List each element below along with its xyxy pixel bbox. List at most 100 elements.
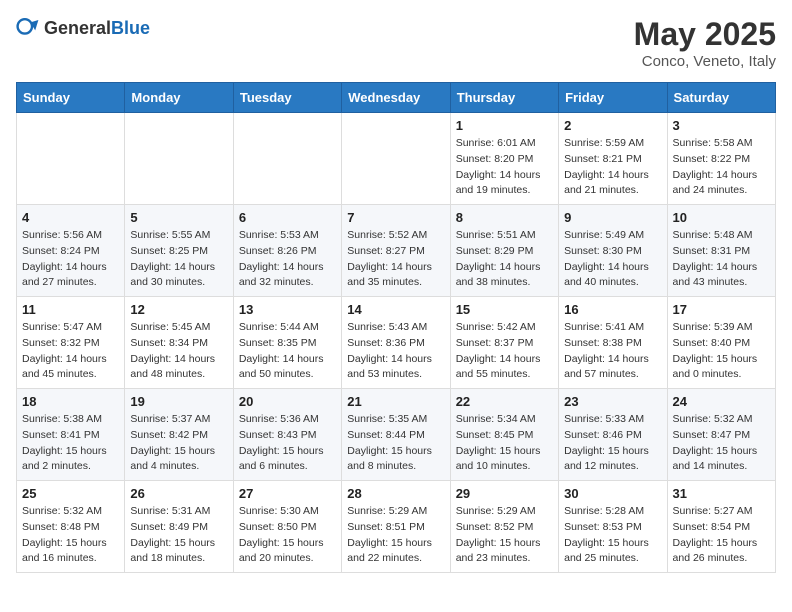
column-header-friday: Friday [559,83,667,113]
day-detail: Sunrise: 5:29 AM Sunset: 8:52 PM Dayligh… [456,504,553,567]
day-detail: Sunrise: 5:52 AM Sunset: 8:27 PM Dayligh… [347,228,444,291]
calendar-cell: 5 Sunrise: 5:55 AM Sunset: 8:25 PM Daylig… [125,205,233,297]
calendar-cell: 3Sunrise: 5:58 AM Sunset: 8:22 PM Daylig… [667,113,775,205]
calendar-cell: 28Sunrise: 5:29 AM Sunset: 8:51 PM Dayli… [342,481,450,573]
day-detail: Sunrise: 5:51 AM Sunset: 8:29 PM Dayligh… [456,228,553,291]
calendar-cell [125,113,233,205]
day-detail: Sunrise: 5:44 AM Sunset: 8:35 PM Dayligh… [239,320,336,383]
logo-icon [16,16,40,40]
day-detail: Sunrise: 5:42 AM Sunset: 8:37 PM Dayligh… [456,320,553,383]
title-block: May 2025 Conco, Veneto, Italy [634,16,776,70]
day-number: 10 [673,210,770,225]
calendar-cell: 18 Sunrise: 5:38 AM Sunset: 8:41 PM Dayli… [17,389,125,481]
logo: GeneralBlue [16,16,150,40]
page-header: GeneralBlue May 2025 Conco, Veneto, Ital… [16,16,776,70]
day-number: 16 [564,302,661,317]
day-number: 20 [239,394,336,409]
calendar-cell: 2 Sunrise: 5:59 AM Sunset: 8:21 PM Daylig… [559,113,667,205]
day-detail: Sunrise: 5:37 AM Sunset: 8:42 PM Dayligh… [130,412,227,475]
day-detail: Sunrise: 5:43 AM Sunset: 8:36 PM Dayligh… [347,320,444,383]
calendar-cell: 20 Sunrise: 5:36 AM Sunset: 8:43 PM Dayli… [233,389,341,481]
day-detail: Sunrise: 5:41 AM Sunset: 8:38 PM Dayligh… [564,320,661,383]
calendar-cell: 8 Sunrise: 5:51 AM Sunset: 8:29 PM Daylig… [450,205,558,297]
day-detail: Sunrise: 5:30 AM Sunset: 8:50 PM Dayligh… [239,504,336,567]
day-detail: Sunrise: 5:45 AM Sunset: 8:34 PM Dayligh… [130,320,227,383]
day-number: 29 [456,486,553,501]
logo-text-general: General [44,18,111,38]
calendar-cell: 7 Sunrise: 5:52 AM Sunset: 8:27 PM Daylig… [342,205,450,297]
day-detail: Sunrise: 5:59 AM Sunset: 8:21 PM Dayligh… [564,136,661,199]
day-number: 14 [347,302,444,317]
day-detail: Sunrise: 5:34 AM Sunset: 8:45 PM Dayligh… [456,412,553,475]
calendar-location: Conco, Veneto, Italy [634,53,776,70]
day-number: 25 [22,486,119,501]
day-number: 19 [130,394,227,409]
calendar-week-row: 25Sunrise: 5:32 AM Sunset: 8:48 PM Dayli… [17,481,776,573]
calendar-cell: 19 Sunrise: 5:37 AM Sunset: 8:42 PM Dayli… [125,389,233,481]
column-header-saturday: Saturday [667,83,775,113]
calendar-header-row: SundayMondayTuesdayWednesdayThursdayFrid… [17,83,776,113]
day-detail: Sunrise: 5:36 AM Sunset: 8:43 PM Dayligh… [239,412,336,475]
column-header-monday: Monday [125,83,233,113]
day-number: 26 [130,486,227,501]
day-number: 8 [456,210,553,225]
day-number: 28 [347,486,444,501]
logo-text-blue: Blue [111,18,150,38]
day-number: 22 [456,394,553,409]
day-number: 7 [347,210,444,225]
calendar-week-row: 18 Sunrise: 5:38 AM Sunset: 8:41 PM Dayli… [17,389,776,481]
calendar-cell: 10 Sunrise: 5:48 AM Sunset: 8:31 PM Dayli… [667,205,775,297]
day-number: 2 [564,118,661,133]
calendar-table: SundayMondayTuesdayWednesdayThursdayFrid… [16,82,776,573]
day-number: 31 [673,486,770,501]
day-number: 3 [673,118,770,133]
day-detail: Sunrise: 5:35 AM Sunset: 8:44 PM Dayligh… [347,412,444,475]
calendar-cell: 15 Sunrise: 5:42 AM Sunset: 8:37 PM Dayli… [450,297,558,389]
calendar-cell: 1Sunrise: 6:01 AM Sunset: 8:20 PM Daylig… [450,113,558,205]
day-detail: Sunrise: 5:31 AM Sunset: 8:49 PM Dayligh… [130,504,227,567]
day-number: 1 [456,118,553,133]
day-number: 15 [456,302,553,317]
day-detail: Sunrise: 5:27 AM Sunset: 8:54 PM Dayligh… [673,504,770,567]
day-number: 23 [564,394,661,409]
calendar-week-row: 1Sunrise: 6:01 AM Sunset: 8:20 PM Daylig… [17,113,776,205]
day-detail: Sunrise: 5:39 AM Sunset: 8:40 PM Dayligh… [673,320,770,383]
calendar-cell: 27 Sunrise: 5:30 AM Sunset: 8:50 PM Dayli… [233,481,341,573]
calendar-cell: 21 Sunrise: 5:35 AM Sunset: 8:44 PM Dayli… [342,389,450,481]
calendar-cell: 4Sunrise: 5:56 AM Sunset: 8:24 PM Daylig… [17,205,125,297]
day-number: 21 [347,394,444,409]
day-number: 30 [564,486,661,501]
column-header-wednesday: Wednesday [342,83,450,113]
column-header-tuesday: Tuesday [233,83,341,113]
calendar-cell [17,113,125,205]
calendar-cell: 11Sunrise: 5:47 AM Sunset: 8:32 PM Dayli… [17,297,125,389]
column-header-thursday: Thursday [450,83,558,113]
day-detail: Sunrise: 5:48 AM Sunset: 8:31 PM Dayligh… [673,228,770,291]
day-detail: Sunrise: 5:33 AM Sunset: 8:46 PM Dayligh… [564,412,661,475]
day-number: 27 [239,486,336,501]
calendar-cell: 12 Sunrise: 5:45 AM Sunset: 8:34 PM Dayli… [125,297,233,389]
calendar-cell: 25Sunrise: 5:32 AM Sunset: 8:48 PM Dayli… [17,481,125,573]
day-number: 4 [22,210,119,225]
calendar-cell: 14 Sunrise: 5:43 AM Sunset: 8:36 PM Dayli… [342,297,450,389]
day-detail: Sunrise: 5:53 AM Sunset: 8:26 PM Dayligh… [239,228,336,291]
day-number: 12 [130,302,227,317]
calendar-week-row: 11Sunrise: 5:47 AM Sunset: 8:32 PM Dayli… [17,297,776,389]
calendar-cell: 30 Sunrise: 5:28 AM Sunset: 8:53 PM Dayli… [559,481,667,573]
calendar-cell: 29 Sunrise: 5:29 AM Sunset: 8:52 PM Dayli… [450,481,558,573]
calendar-cell: 6Sunrise: 5:53 AM Sunset: 8:26 PM Daylig… [233,205,341,297]
day-detail: Sunrise: 5:55 AM Sunset: 8:25 PM Dayligh… [130,228,227,291]
day-detail: Sunrise: 5:32 AM Sunset: 8:47 PM Dayligh… [673,412,770,475]
day-number: 18 [22,394,119,409]
calendar-week-row: 4Sunrise: 5:56 AM Sunset: 8:24 PM Daylig… [17,205,776,297]
day-number: 5 [130,210,227,225]
calendar-cell: 26 Sunrise: 5:31 AM Sunset: 8:49 PM Dayli… [125,481,233,573]
calendar-cell: 24Sunrise: 5:32 AM Sunset: 8:47 PM Dayli… [667,389,775,481]
calendar-cell: 9Sunrise: 5:49 AM Sunset: 8:30 PM Daylig… [559,205,667,297]
calendar-cell: 31 Sunrise: 5:27 AM Sunset: 8:54 PM Dayli… [667,481,775,573]
day-detail: Sunrise: 5:38 AM Sunset: 8:41 PM Dayligh… [22,412,119,475]
calendar-cell: 16 Sunrise: 5:41 AM Sunset: 8:38 PM Dayli… [559,297,667,389]
calendar-cell: 22 Sunrise: 5:34 AM Sunset: 8:45 PM Dayli… [450,389,558,481]
calendar-cell [342,113,450,205]
day-detail: Sunrise: 5:28 AM Sunset: 8:53 PM Dayligh… [564,504,661,567]
